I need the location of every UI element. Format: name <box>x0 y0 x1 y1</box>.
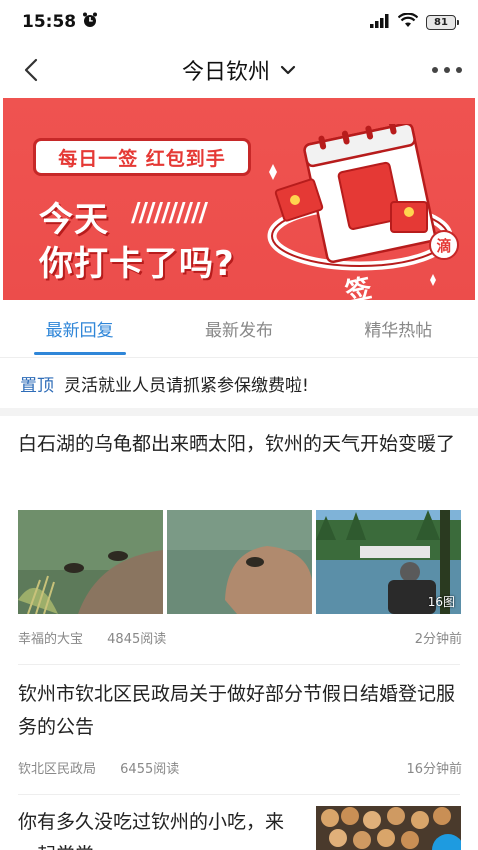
channel-selector[interactable]: 今日钦州 <box>182 54 296 86</box>
post-item[interactable]: 白石湖的乌龟都出来晒太阳，钦州的天气开始变暖了 16图 幸福的大宝 4845阅读… <box>18 428 462 647</box>
page-title: 今日钦州 <box>181 60 270 85</box>
tab-label: 最新回复 <box>45 321 114 341</box>
wifi-icon <box>397 12 419 32</box>
post-time: 2分钟前 <box>414 632 462 647</box>
tab-label: 精华热帖 <box>364 321 433 341</box>
status-right: 81 <box>370 12 459 32</box>
status-time: 15:58 <box>22 12 77 32</box>
back-button[interactable] <box>14 53 48 87</box>
more-dots-icon <box>431 67 462 73</box>
chevron-left-icon <box>24 58 38 82</box>
post-title: 你有多久没吃过钦州的小吃，来一起尝尝 <box>18 811 285 850</box>
banner-pill: 每日一签 红包到手 <box>33 138 251 176</box>
post-item[interactable]: 钦州市钦北区民政局关于做好部分节假日结婚登记服务的公告 钦北区民政局 6455阅… <box>18 678 462 782</box>
tab-latest-reply[interactable]: 最新回复 <box>0 300 159 357</box>
status-left: 15:58 <box>22 12 98 33</box>
post-views: 4845阅读 <box>107 632 167 647</box>
banner-badge: 滴 <box>429 230 459 260</box>
tab-featured[interactable]: 精华热帖 <box>319 300 478 357</box>
post-time: 16分钟前 <box>406 762 462 777</box>
signal-icon <box>370 13 390 32</box>
section-divider <box>0 408 478 416</box>
post-meta: 钦北区民政局 6455阅读 16分钟前 <box>18 758 462 777</box>
post-views: 6455阅读 <box>120 762 180 777</box>
pinned-tag: 置顶 <box>20 375 54 396</box>
chevron-down-icon <box>280 65 296 75</box>
post-image <box>167 510 312 614</box>
more-button[interactable] <box>430 53 464 87</box>
post-meta: 幸福的大宝 4845阅读 2分钟前 <box>18 628 462 647</box>
banner-headline-1: 今天 <box>39 200 109 240</box>
nav-bar: 今日钦州 <box>0 44 478 96</box>
pinned-title: 灵活就业人员请抓紧参保缴费啦! <box>64 375 309 396</box>
post-image <box>316 806 461 850</box>
tab-bar: 最新回复 最新发布 精华热帖 <box>0 300 478 358</box>
banner-headline-2: 你打卡了吗? <box>39 244 235 284</box>
battery-icon: 81 <box>426 14 459 30</box>
post-title: 钦州市钦北区民政局关于做好部分节假日结婚登记服务的公告 <box>18 683 456 738</box>
post-author: 幸福的大宝 <box>18 632 84 647</box>
post-image: 16图 <box>316 510 461 614</box>
tab-latest-post[interactable]: 最新发布 <box>159 300 318 357</box>
post-author: 钦北区民政局 <box>18 762 97 777</box>
checkin-banner[interactable]: 每日一签 红包到手 今天 ////////// 你打卡了吗? 签 滴 <box>3 98 475 300</box>
alarm-icon <box>82 12 98 33</box>
divider <box>18 794 460 795</box>
post-title: 白石湖的乌龟都出来晒太阳，钦州的天气开始变暖了 <box>18 433 456 455</box>
image-count: 16图 <box>427 595 455 609</box>
divider <box>18 664 460 665</box>
post-image <box>18 510 163 614</box>
tab-label: 最新发布 <box>204 321 273 341</box>
post-item[interactable]: 你有多久没吃过钦州的小吃，来一起尝尝 <box>18 806 462 850</box>
status-bar: 15:58 81 <box>0 0 478 44</box>
banner-slashes: ////////// <box>131 198 208 228</box>
post-images: 16图 <box>18 510 461 614</box>
pinned-post[interactable]: 置顶 灵活就业人员请抓紧参保缴费啦! <box>0 358 478 408</box>
